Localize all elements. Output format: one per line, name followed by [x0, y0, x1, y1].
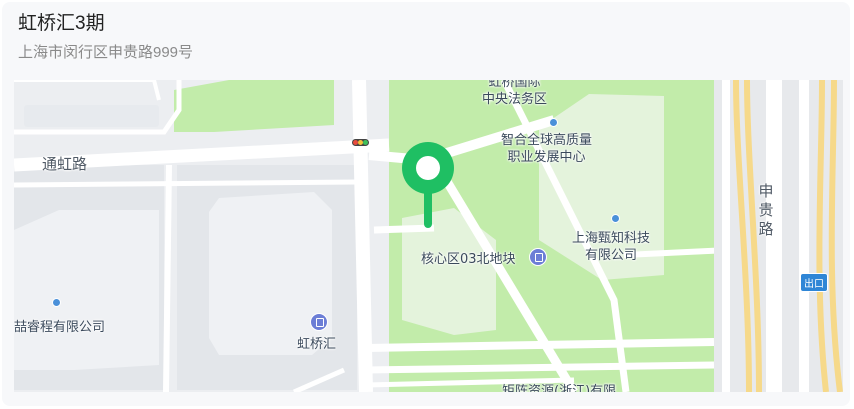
building-icon: [310, 313, 328, 331]
place-label-legal-zone: 虹桥国际 中央法务区: [482, 80, 548, 107]
map-base: [14, 80, 843, 392]
place-label-left-company: 喆睿程有限公司: [14, 320, 106, 335]
place-label-quality-center: 智合全球高质量 职业发展中心: [501, 133, 593, 165]
poi-dot-icon: [611, 214, 620, 223]
location-address: 上海市闵行区申贵路999号: [18, 44, 194, 61]
map-view[interactable]: 通虹路 申贵路 虹桥国际 中央法务区 智合全球高质量 职业发展中心 上海甄知科技…: [14, 80, 843, 392]
building-icon: [529, 248, 547, 266]
poi-dot-icon: [52, 298, 61, 307]
location-pin-icon[interactable]: [400, 142, 456, 232]
place-label-hongqiaohui: 虹桥汇: [297, 337, 337, 352]
road-label-tonghong: 通虹路: [42, 155, 88, 173]
exit-badge: 出口: [800, 273, 828, 292]
traffic-light-icon: [352, 139, 369, 146]
place-label-core-plot: 核心区03北地块: [421, 252, 516, 267]
location-card[interactable]: 虹桥汇3期 上海市闵行区申贵路999号 通虹路 申贵路 虹桥国际 中央法务区 智…: [2, 2, 850, 406]
location-title: 虹桥汇3期: [18, 13, 105, 34]
place-label-juzhen: 矩阵资源(浙江)有限: [502, 384, 617, 392]
place-label-zhenzhi: 上海甄知科技 有限公司: [572, 231, 651, 263]
poi-dot-icon: [549, 118, 558, 127]
road-label-shengui: 申贵路: [758, 182, 774, 238]
